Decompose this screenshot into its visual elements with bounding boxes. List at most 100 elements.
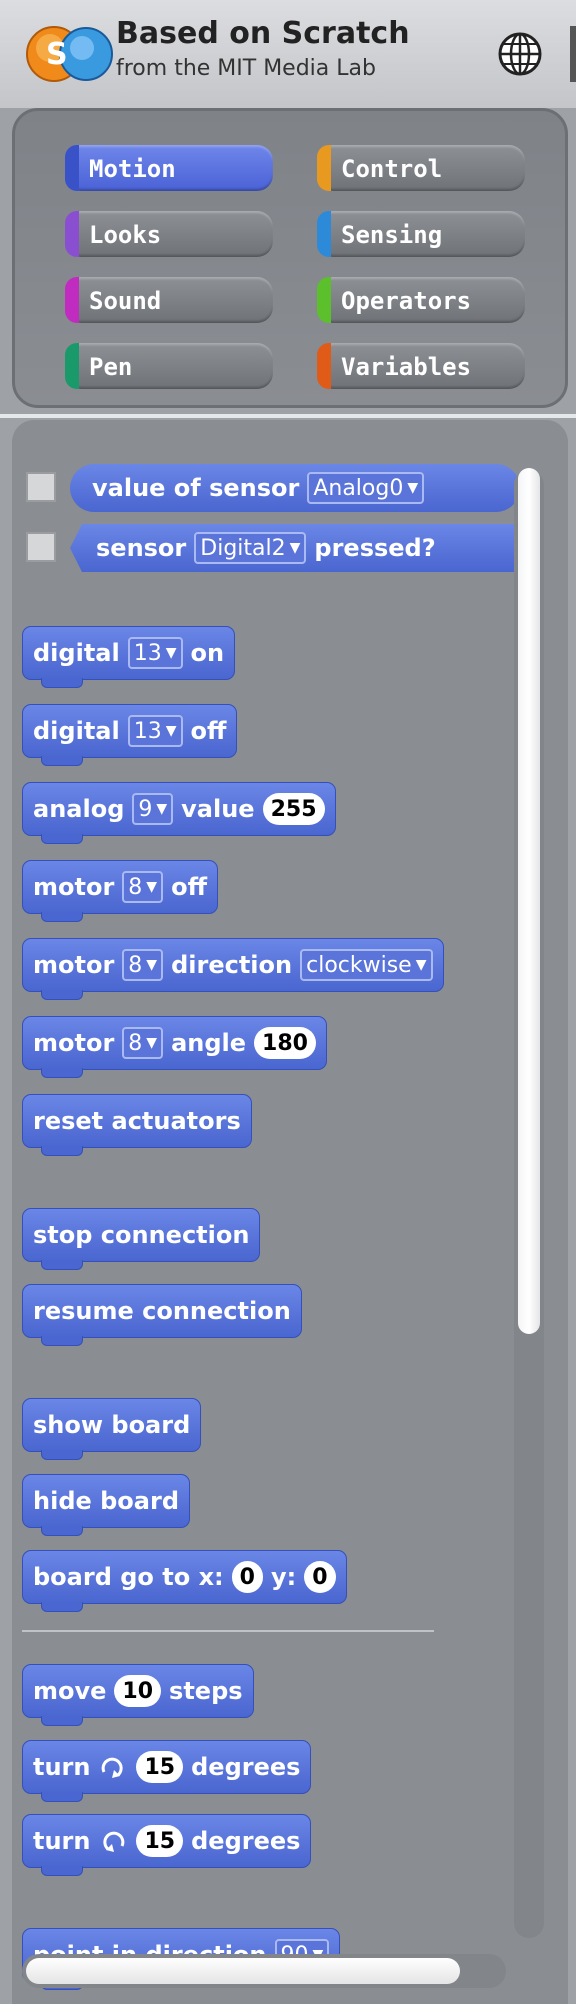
- dropdown-arrow-icon: ▼: [415, 957, 427, 973]
- dropdown-value: Digital2: [200, 535, 286, 561]
- dropdown-value: 13: [133, 640, 162, 666]
- block-label: turn: [33, 1753, 91, 1781]
- block-label: reset actuators: [33, 1107, 241, 1135]
- pin-dropdown[interactable]: 13 ▼: [127, 637, 183, 669]
- value-of-sensor-reporter[interactable]: value of sensor Analog0 ▼: [70, 464, 520, 512]
- category-label: Variables: [341, 353, 472, 381]
- motor-dropdown[interactable]: 8 ▼: [122, 1027, 164, 1059]
- dropdown-arrow-icon: ▼: [289, 540, 301, 556]
- move-steps-block[interactable]: move 10 steps: [22, 1664, 254, 1726]
- digital-on-block[interactable]: digital 13 ▼ on: [22, 626, 236, 688]
- category-variables-button[interactable]: Variables: [317, 343, 525, 389]
- motor-dropdown[interactable]: 8 ▼: [122, 949, 164, 981]
- block-label: turn: [33, 1827, 91, 1855]
- block-label: move: [33, 1677, 107, 1705]
- degrees-input[interactable]: 15: [136, 1751, 184, 1783]
- category-color-tab: [65, 277, 79, 323]
- block-label: off: [190, 717, 227, 745]
- motor-off-block[interactable]: motor 8 ▼ off: [22, 860, 219, 922]
- stop-connection-block[interactable]: stop connection: [22, 1208, 261, 1270]
- value-of-sensor-checkbox[interactable]: [26, 472, 56, 502]
- motor-direction-block[interactable]: motor 8 ▼ direction clockwise ▼: [22, 938, 444, 1000]
- dropdown-arrow-icon: ▼: [146, 1035, 158, 1051]
- dropdown-arrow-icon: ▼: [146, 879, 158, 895]
- block-label: analog: [33, 795, 125, 823]
- block-label: y:: [270, 1563, 297, 1591]
- motor-angle-block[interactable]: motor 8 ▼ angle 180: [22, 1016, 327, 1078]
- category-panel: Motion Control Looks Sensing Sound Opera…: [12, 108, 568, 408]
- motor-dropdown[interactable]: 8 ▼: [122, 871, 164, 903]
- category-color-tab: [317, 145, 331, 191]
- block-label: show board: [33, 1411, 191, 1439]
- pin-dropdown[interactable]: 13 ▼: [127, 715, 183, 747]
- category-operators-button[interactable]: Operators: [317, 277, 525, 323]
- category-pen-button[interactable]: Pen: [65, 343, 273, 389]
- digital-off-block[interactable]: digital 13 ▼ off: [22, 704, 238, 766]
- category-color-tab: [65, 145, 79, 191]
- category-label: Looks: [89, 221, 162, 249]
- dropdown-value: 9: [138, 796, 153, 822]
- sensor-pressed-checkbox[interactable]: [26, 532, 56, 562]
- turn-left-block[interactable]: turn 15 degrees: [22, 1814, 312, 1876]
- globe-icon[interactable]: [496, 30, 544, 78]
- category-label: Operators: [341, 287, 472, 315]
- dropdown-arrow-icon: ▼: [165, 645, 177, 661]
- hide-board-block[interactable]: hide board: [22, 1474, 191, 1536]
- vertical-scrollbar-thumb[interactable]: [518, 468, 540, 1334]
- turn-right-block[interactable]: turn 15 degrees: [22, 1740, 312, 1802]
- block-label: digital: [33, 717, 120, 745]
- direction-dropdown[interactable]: clockwise ▼: [300, 949, 433, 981]
- value-input[interactable]: 255: [262, 793, 325, 825]
- resume-connection-block[interactable]: resume connection: [22, 1284, 302, 1346]
- category-sound-button[interactable]: Sound: [65, 277, 273, 323]
- analog-value-block[interactable]: analog 9 ▼ value 255: [22, 782, 336, 844]
- angle-input[interactable]: 180: [254, 1027, 316, 1059]
- app-title: Based on Scratch: [116, 16, 410, 51]
- horizontal-scrollbar-thumb[interactable]: [26, 1958, 460, 1984]
- y-input[interactable]: 0: [304, 1561, 336, 1593]
- app-header: S Based on Scratch from the MIT Media La…: [0, 0, 576, 108]
- pin-dropdown[interactable]: 9 ▼: [132, 793, 174, 825]
- dropdown-value: 8: [128, 874, 143, 900]
- block-label: board go to x:: [33, 1563, 224, 1591]
- board-go-to-block[interactable]: board go to x: 0 y: 0: [22, 1550, 347, 1612]
- show-board-block[interactable]: show board: [22, 1398, 202, 1460]
- category-control-button[interactable]: Control: [317, 145, 525, 191]
- block-label: motor: [33, 951, 115, 979]
- rotate-counterclockwise-icon: [103, 1831, 125, 1852]
- block-label: motor: [33, 1029, 115, 1057]
- block-label: angle: [171, 1029, 247, 1057]
- category-label: Sensing: [341, 221, 443, 249]
- sensor-dropdown[interactable]: Analog0 ▼: [307, 472, 425, 504]
- x-input[interactable]: 0: [231, 1561, 263, 1593]
- block-label: stop connection: [33, 1221, 250, 1249]
- category-color-tab: [65, 211, 79, 257]
- block-label: degrees: [191, 1753, 301, 1781]
- panel-divider: [0, 414, 576, 418]
- dropdown-arrow-icon: ▼: [156, 801, 168, 817]
- category-color-tab: [317, 343, 331, 389]
- svg-text:S: S: [46, 37, 68, 72]
- block-label: pressed?: [314, 534, 436, 562]
- dropdown-value: 8: [128, 1030, 143, 1056]
- block-label: sensor: [96, 534, 187, 562]
- block-label: digital: [33, 639, 120, 667]
- category-sensing-button[interactable]: Sensing: [317, 211, 525, 257]
- window-edge: [570, 26, 576, 82]
- category-label: Control: [341, 155, 443, 183]
- digital-dropdown[interactable]: Digital2 ▼: [194, 532, 307, 564]
- degrees-input[interactable]: 15: [136, 1825, 184, 1857]
- steps-input[interactable]: 10: [114, 1675, 162, 1707]
- dropdown-arrow-icon: ▼: [165, 723, 177, 739]
- category-looks-button[interactable]: Looks: [65, 211, 273, 257]
- sensor-pressed-reporter[interactable]: sensor Digital2 ▼ pressed?: [70, 524, 520, 572]
- dropdown-value: 8: [128, 952, 143, 978]
- reset-actuators-block[interactable]: reset actuators: [22, 1094, 252, 1156]
- category-color-tab: [317, 211, 331, 257]
- block-label: hide board: [33, 1487, 180, 1515]
- block-label: value: [181, 795, 255, 823]
- dropdown-value: Analog0: [313, 475, 404, 501]
- category-motion-button[interactable]: Motion: [65, 145, 273, 191]
- category-color-tab: [317, 277, 331, 323]
- block-label: on: [190, 639, 225, 667]
